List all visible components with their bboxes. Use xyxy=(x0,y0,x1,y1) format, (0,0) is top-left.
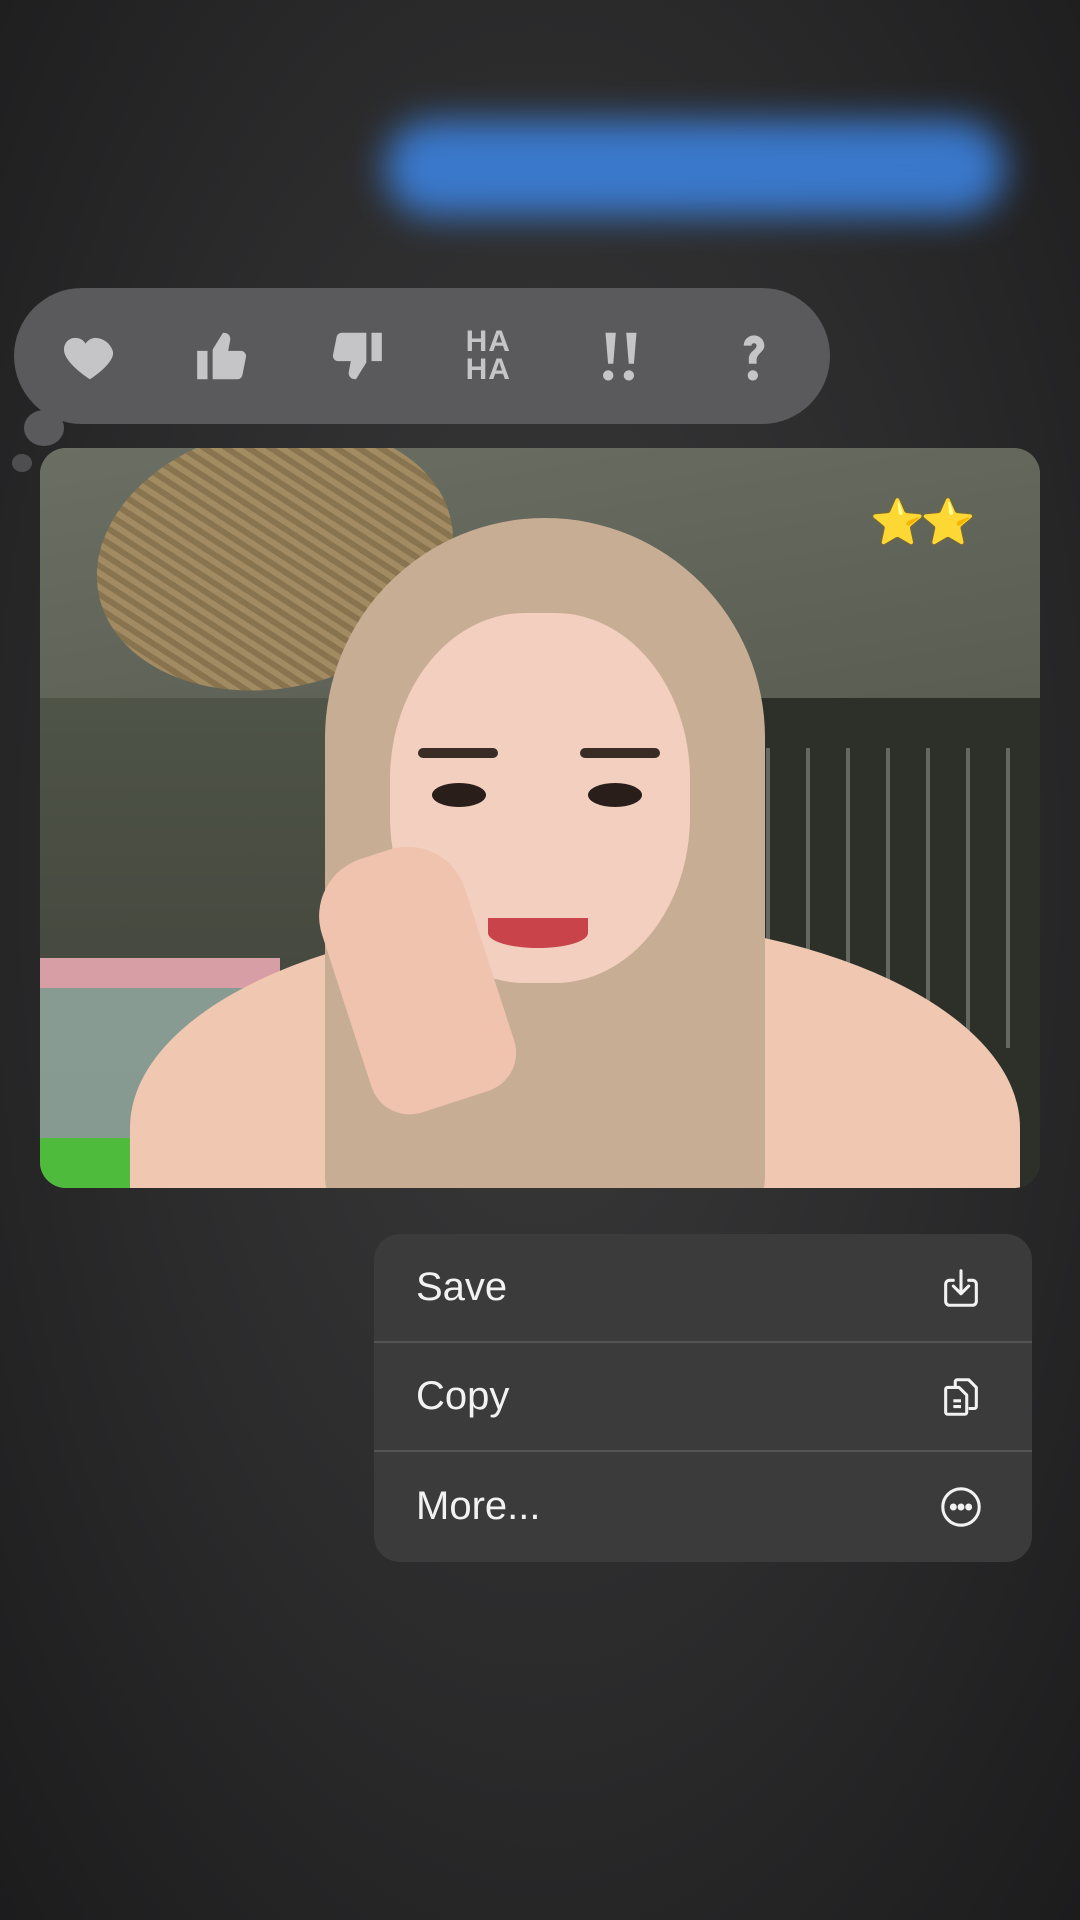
tapback-tail-small xyxy=(12,454,32,472)
tapback-bar: HA HA xyxy=(14,288,830,424)
heart-icon xyxy=(64,337,114,380)
menu-item-label: Save xyxy=(416,1265,508,1309)
photo-lips xyxy=(488,918,588,948)
menu-item-label: More... xyxy=(416,1484,541,1528)
more-icon xyxy=(941,1486,981,1527)
message-photo[interactable]: ⭐⭐ xyxy=(40,448,1040,1188)
blurred-message-bubble xyxy=(385,120,1005,216)
menu-item-save[interactable]: Save xyxy=(374,1234,1032,1343)
haha-top: HA xyxy=(465,325,511,358)
reaction-heart[interactable] xyxy=(42,308,138,404)
save-icon xyxy=(944,1268,978,1307)
photo-eye-left xyxy=(432,783,486,807)
copy-icon xyxy=(944,1377,978,1416)
question-icon xyxy=(743,335,764,381)
photo-brow-left xyxy=(418,748,498,758)
haha-bottom: HA xyxy=(465,353,511,386)
photo-eye-right xyxy=(588,783,642,807)
reaction-thumbs-down[interactable] xyxy=(308,308,404,404)
thumbs-up-icon xyxy=(197,332,247,380)
menu-item-label: Copy xyxy=(416,1374,510,1418)
photo-lace xyxy=(40,958,280,988)
star-stickers: ⭐⭐ xyxy=(870,498,976,547)
reaction-haha[interactable]: HA HA xyxy=(440,308,536,404)
context-menu: Save Copy More... xyxy=(374,1234,1032,1562)
thumbs-down-icon xyxy=(332,332,382,380)
exclamation-icon xyxy=(602,332,637,381)
reaction-question[interactable] xyxy=(706,308,802,404)
reaction-emphasize[interactable] xyxy=(573,308,669,404)
reaction-thumbs-up[interactable] xyxy=(175,308,271,404)
photo-brow-right xyxy=(580,748,660,758)
menu-item-more[interactable]: More... xyxy=(374,1452,1032,1561)
menu-item-copy[interactable]: Copy xyxy=(374,1343,1032,1452)
haha-icon: HA HA xyxy=(465,325,511,386)
